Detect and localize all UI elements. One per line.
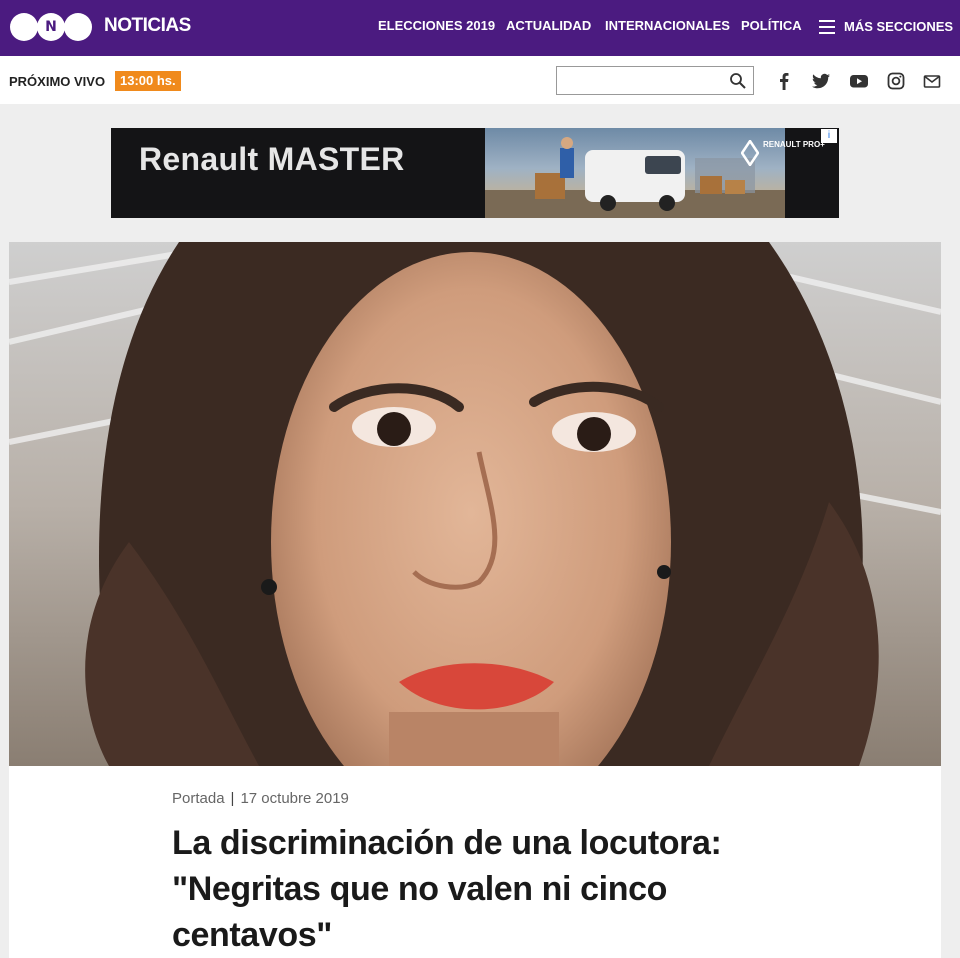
meta-separator: | [230, 790, 235, 807]
ad-image [485, 128, 785, 218]
nav-internacionales[interactable]: INTERNACIONALES [605, 18, 730, 33]
nav-actualidad[interactable]: ACTUALIDAD [506, 18, 591, 33]
more-sections-button[interactable]: MÁS SECCIONES [844, 19, 953, 34]
logo-circle-1 [10, 13, 38, 41]
nav-politica[interactable]: POLÍTICA [741, 18, 802, 33]
ad-van-illustration [485, 137, 785, 218]
mail-icon[interactable] [921, 70, 943, 92]
article-hero-image [9, 242, 941, 766]
ad-banner[interactable]: Renault MASTER RENAULT PRO+ i [111, 128, 839, 218]
article-header-card: Portada | 17 octubre 2019 La discriminació… [9, 766, 941, 958]
top-navigation-bar: N NOTICIAS ELECCIONES 2019 ACTUALIDAD IN… [0, 0, 960, 56]
nav-elecciones[interactable]: ELECCIONES 2019 [378, 18, 495, 33]
hero-portrait-photo [9, 242, 941, 766]
youtube-icon[interactable] [848, 70, 870, 92]
article-date: 17 octubre 2019 [240, 790, 349, 807]
article-title: La discriminación de una locutora: "Negr… [172, 824, 722, 954]
logo-circle-3 [64, 13, 92, 41]
article-meta: Portada | 17 octubre 2019 [172, 790, 349, 807]
renault-diamond-icon [741, 140, 759, 166]
site-logo[interactable]: N [10, 13, 92, 41]
search-input[interactable] [557, 67, 717, 94]
hamburger-menu-icon[interactable] [819, 20, 835, 34]
facebook-icon[interactable] [773, 70, 795, 92]
brand-name[interactable]: NOTICIAS [104, 15, 191, 37]
article-section-link[interactable]: Portada [172, 790, 225, 807]
search-icon[interactable] [729, 72, 747, 90]
next-live-time-badge: 13:00 hs. [115, 71, 181, 91]
logo-letter: N [45, 19, 57, 35]
next-live-label: PRÓXIMO VIVO [9, 74, 106, 89]
secondary-bar: PRÓXIMO VIVO 13:00 hs. [0, 56, 960, 104]
ad-info-icon[interactable]: i [821, 129, 837, 143]
ad-headline: Renault MASTER [139, 141, 405, 177]
logo-circle-n: N [37, 13, 65, 41]
search-box[interactable] [556, 66, 754, 95]
instagram-icon[interactable] [885, 70, 907, 92]
twitter-icon[interactable] [810, 70, 832, 92]
